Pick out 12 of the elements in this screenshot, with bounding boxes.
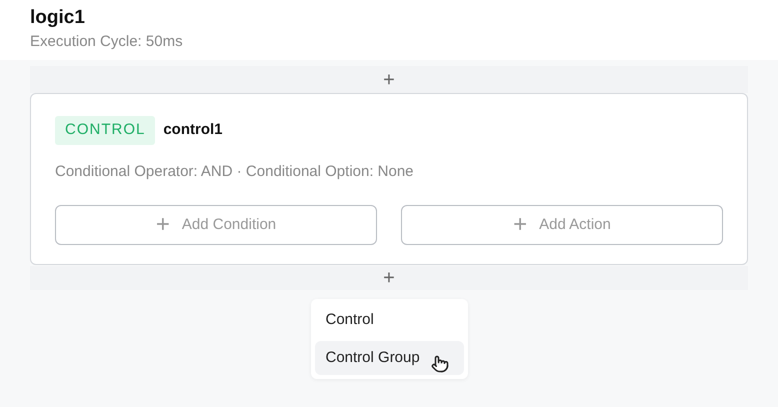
control-name: control1	[163, 120, 223, 140]
menu-item[interactable]: Control	[314, 303, 464, 337]
add-above-button[interactable]: +	[379, 70, 399, 90]
hand-pointer-icon	[430, 355, 448, 373]
page-title: logic1	[30, 6, 86, 30]
control-badge: CONTROL	[55, 116, 156, 144]
add-below-button[interactable]: +	[379, 268, 399, 288]
execution-cycle-text: Execution Cycle: 50ms	[30, 32, 184, 52]
add-button[interactable]: + Add Action	[401, 205, 723, 245]
menu-item[interactable]: Control Group	[314, 341, 464, 375]
add-button[interactable]: + Add Condition	[55, 205, 377, 245]
control-description: Conditional Operator: AND · Conditional Option: None	[55, 162, 415, 182]
